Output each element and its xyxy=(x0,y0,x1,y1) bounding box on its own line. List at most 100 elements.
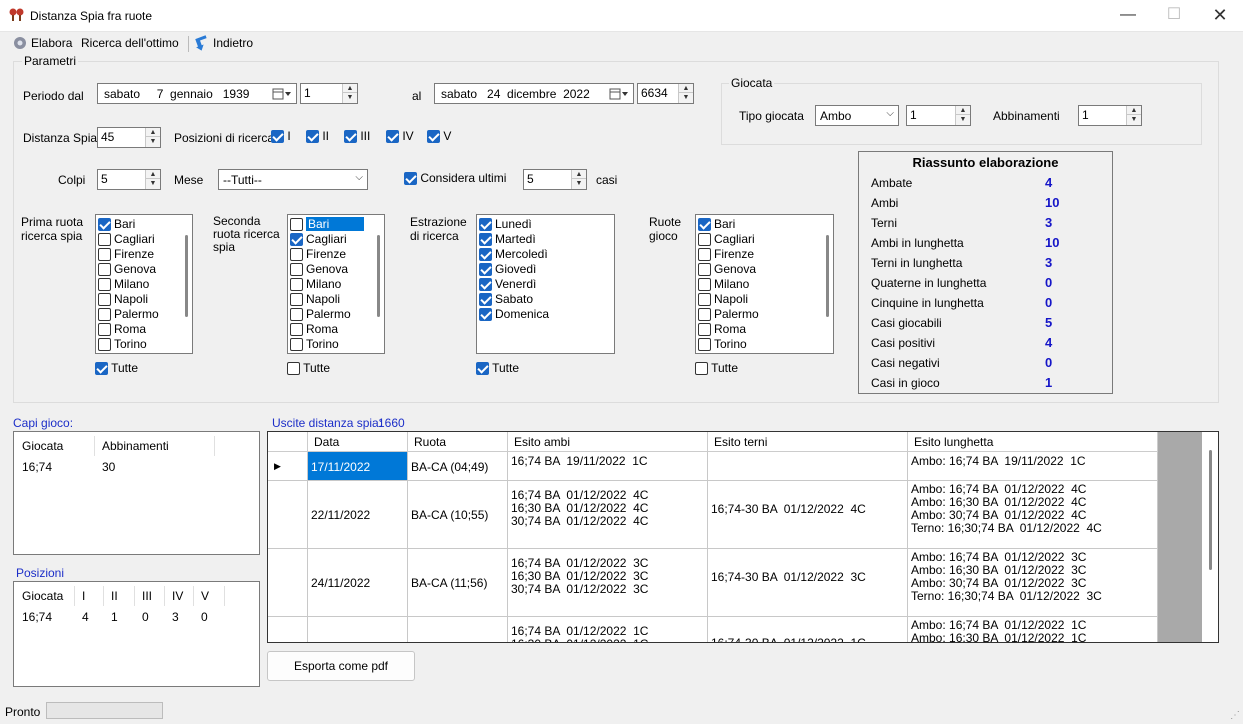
considera-ultimi-checkbox[interactable]: Considera ultimi xyxy=(404,171,506,186)
column-header[interactable]: II xyxy=(111,589,118,603)
grid-cell-data[interactable]: 22/11/2022 xyxy=(308,481,408,549)
minimize-button[interactable]: — xyxy=(1105,0,1151,32)
column-header[interactable]: III xyxy=(142,589,152,603)
list-item[interactable]: Palermo xyxy=(98,307,159,322)
stepper-arrows-icon[interactable]: ▲ ▼ xyxy=(955,106,970,125)
list-item[interactable]: Napoli xyxy=(98,292,148,307)
list-item[interactable]: Sabato xyxy=(479,292,533,307)
date-to-picker[interactable]: sabato 24 dicembre 2022 xyxy=(434,83,634,104)
posizioni-cell[interactable]: 0 xyxy=(201,610,208,624)
grid-cell-data[interactable]: 17/11/2022 xyxy=(308,452,408,481)
colpi-stepper[interactable]: 5 ▲ ▼ xyxy=(97,169,161,190)
list-item[interactable]: Domenica xyxy=(479,307,549,322)
scrollbar[interactable] xyxy=(377,235,380,317)
column-header-ruota[interactable]: Ruota xyxy=(408,432,508,452)
ruote-gioco-tutte-checkbox[interactable]: Tutte xyxy=(695,361,738,376)
scrollbar-thumb[interactable] xyxy=(1209,450,1212,570)
date-from-index-stepper[interactable]: 1 ▲ ▼ xyxy=(300,83,358,104)
list-item[interactable]: Firenze xyxy=(98,247,154,262)
scrollbar[interactable] xyxy=(826,235,829,317)
list-item[interactable]: Torino xyxy=(290,337,339,352)
indietro-button[interactable]: Indietro xyxy=(213,36,253,50)
list-item[interactable]: Roma xyxy=(290,322,338,337)
list-item[interactable]: Torino xyxy=(98,337,147,352)
grid-cell-ruota[interactable]: BA-CA (11;56) xyxy=(408,549,508,617)
grid-cell-data[interactable] xyxy=(308,617,408,642)
list-item[interactable]: Napoli xyxy=(698,292,748,307)
grid-cell-ambi[interactable]: 16;74 BA 19/11/2022 1C xyxy=(508,452,708,481)
list-item[interactable]: Bari xyxy=(98,217,135,232)
maximize-button[interactable]: ☐ xyxy=(1151,0,1197,32)
grid-cell-lunghetta[interactable]: Ambo: 16;74 BA 19/11/2022 1C xyxy=(908,452,1158,481)
column-header[interactable]: IV xyxy=(172,589,183,603)
grid-cell-terni[interactable]: 16;74-30 BA 01/12/2022 3C xyxy=(708,549,908,617)
list-item[interactable]: Genova xyxy=(98,262,156,277)
posizione-V-checkbox[interactable]: V xyxy=(427,129,451,144)
elabora-button[interactable]: Elabora xyxy=(31,36,72,50)
grid-cell-terni[interactable]: 16;74-30 BA 01/12/2022 4C xyxy=(708,481,908,549)
posizioni-cell[interactable]: 4 xyxy=(82,610,89,624)
distanza-spia-stepper[interactable]: 45 ▲ ▼ xyxy=(97,127,161,148)
close-button[interactable]: ✕ xyxy=(1197,0,1243,32)
column-header[interactable]: Abbinamenti xyxy=(102,439,169,453)
estrazione-tutte-checkbox[interactable]: Tutte xyxy=(476,361,519,376)
stepper-arrows-icon[interactable]: ▲ ▼ xyxy=(678,84,693,103)
column-header[interactable]: Giocata xyxy=(22,439,63,453)
list-item[interactable]: Martedì xyxy=(479,232,536,247)
posizioni-cell[interactable]: 16;74 xyxy=(22,610,52,624)
ruote-gioco-list[interactable]: Bari Cagliari Firenze Genova Milano Napo… xyxy=(695,214,834,354)
row-header[interactable] xyxy=(268,549,308,617)
grid-cell-lunghetta[interactable]: Ambo: 16;74 BA 01/12/2022 4C Ambo: 16;30… xyxy=(908,481,1158,549)
column-header-esito-ambi[interactable]: Esito ambi xyxy=(508,432,708,452)
grid-cell-ambi[interactable]: 16;74 BA 01/12/2022 3C 16;30 BA 01/12/20… xyxy=(508,549,708,617)
list-item[interactable]: Firenze xyxy=(290,247,346,262)
calendar-dropdown-icon[interactable] xyxy=(609,88,629,100)
grid-cell-lunghetta[interactable]: Ambo: 16;74 BA 01/12/2022 3C Ambo: 16;30… xyxy=(908,549,1158,617)
posizioni-list[interactable]: Giocata I II III IV V 16;74 4 1 0 3 0 xyxy=(13,581,260,687)
tipo-giocata-select[interactable]: Ambo ⌵ xyxy=(815,105,899,126)
considera-ultimi-stepper[interactable]: 5 ▲ ▼ xyxy=(523,169,587,190)
date-to-index-stepper[interactable]: 6634 ▲ ▼ xyxy=(637,83,694,104)
grid-cell-lunghetta[interactable]: Ambo: 16;74 BA 01/12/2022 1C Ambo: 16;30… xyxy=(908,617,1158,642)
stepper-arrows-icon[interactable]: ▲ ▼ xyxy=(342,84,357,103)
vertical-scrollbar[interactable] xyxy=(1202,432,1218,642)
grid-cell-ambi[interactable]: 16;74 BA 01/12/2022 4C 16;30 BA 01/12/20… xyxy=(508,481,708,549)
scrollbar[interactable] xyxy=(185,235,188,317)
list-item[interactable]: Genova xyxy=(698,262,756,277)
list-item[interactable]: Bari xyxy=(698,217,735,232)
list-item[interactable]: Bari xyxy=(290,217,364,232)
calendar-dropdown-icon[interactable] xyxy=(272,88,292,100)
list-item[interactable]: Firenze xyxy=(698,247,754,262)
list-item[interactable]: Cagliari xyxy=(698,232,755,247)
stepper-arrows-icon[interactable]: ▲ ▼ xyxy=(571,170,586,189)
seconda-ruota-list[interactable]: Bari Cagliari Firenze Genova Milano Napo… xyxy=(287,214,385,354)
column-header-esito-lunghetta[interactable]: Esito lunghetta xyxy=(908,432,1158,452)
prima-ruota-tutte-checkbox[interactable]: Tutte xyxy=(95,361,138,376)
row-header[interactable] xyxy=(268,617,308,642)
seconda-ruota-tutte-checkbox[interactable]: Tutte xyxy=(287,361,330,376)
mese-select[interactable]: --Tutti-- ⌵ xyxy=(218,169,368,190)
list-item[interactable]: Lunedì xyxy=(479,217,532,232)
export-pdf-button[interactable]: Esporta come pdf xyxy=(267,651,415,681)
list-item[interactable]: Napoli xyxy=(290,292,340,307)
list-item[interactable]: Cagliari xyxy=(290,232,347,247)
grid-cell-ruota[interactable]: BA-CA (10;55) xyxy=(408,481,508,549)
list-item[interactable]: Palermo xyxy=(290,307,351,322)
list-item[interactable]: Milano xyxy=(98,277,149,292)
column-header[interactable]: I xyxy=(82,589,85,603)
row-header[interactable] xyxy=(268,481,308,549)
stepper-arrows-icon[interactable]: ▲ ▼ xyxy=(145,128,160,147)
column-header[interactable]: Giocata xyxy=(22,589,63,603)
list-item[interactable]: Genova xyxy=(290,262,348,277)
list-item[interactable]: Torino xyxy=(698,337,747,352)
grid-cell-data[interactable]: 24/11/2022 xyxy=(308,549,408,617)
grid-cell-ambi[interactable]: 16;74 BA 01/12/2022 1C 16;30 BA 01/12/20… xyxy=(508,617,708,642)
capi-gioco-list[interactable]: Giocata Abbinamenti 16;74 30 xyxy=(13,431,260,555)
posizioni-cell[interactable]: 1 xyxy=(111,610,118,624)
posizione-I-checkbox[interactable]: I xyxy=(271,129,291,144)
list-item[interactable]: Roma xyxy=(698,322,746,337)
column-header-data[interactable]: Data xyxy=(308,432,408,452)
list-item[interactable]: Cagliari xyxy=(98,232,155,247)
prima-ruota-list[interactable]: Bari Cagliari Firenze Genova Milano Napo… xyxy=(95,214,193,354)
posizione-IV-checkbox[interactable]: IV xyxy=(386,129,414,144)
